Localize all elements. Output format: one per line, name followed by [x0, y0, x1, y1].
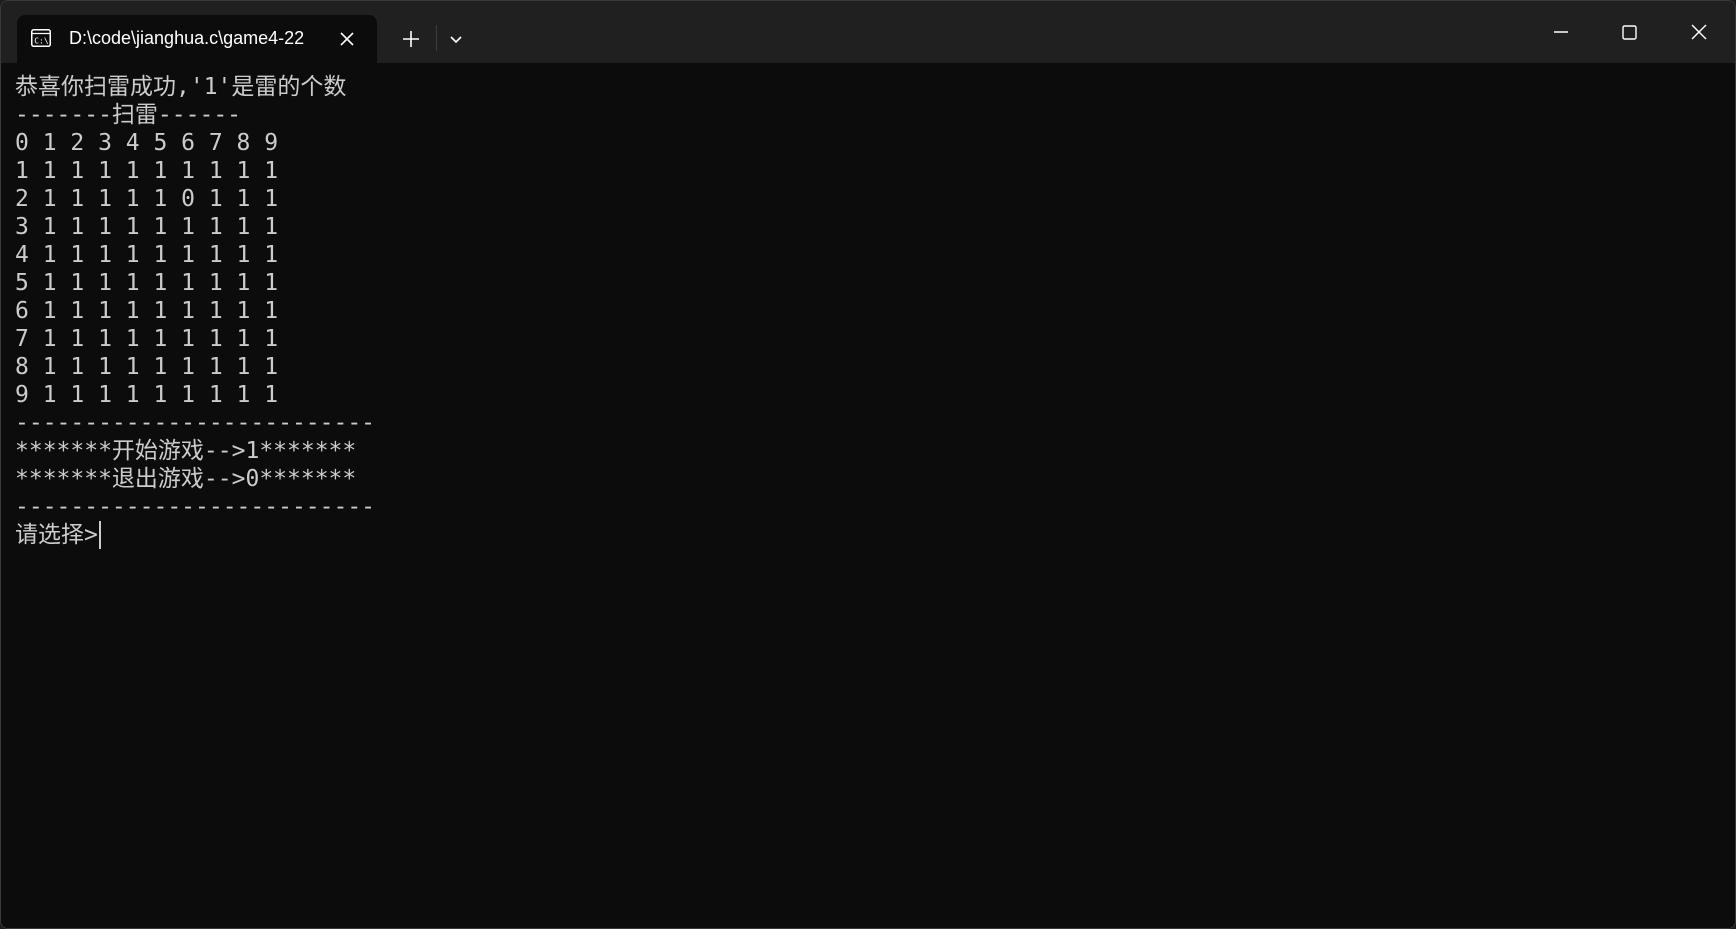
board-row: 4 1 1 1 1 1 1 1 1 1 [15, 242, 279, 268]
window-close-icon[interactable] [1682, 15, 1716, 49]
board-row: 2 1 1 1 1 1 0 1 1 1 [15, 186, 279, 212]
text-cursor [99, 521, 101, 549]
terminal-output[interactable]: 恭喜你扫雷成功,'1'是雷的个数 -------扫雷------ 0 1 2 3… [1, 63, 1735, 928]
success-message-line: 恭喜你扫雷成功,'1'是雷的个数 [15, 74, 347, 100]
menu-divider-bottom: -------------------------- [15, 494, 376, 520]
new-tab-plus-icon[interactable] [397, 25, 425, 53]
tab-divider [436, 25, 437, 51]
svg-text:C:\: C:\ [34, 37, 49, 46]
board-row: 5 1 1 1 1 1 1 1 1 1 [15, 270, 279, 296]
board-row: 1 1 1 1 1 1 1 1 1 1 [15, 158, 279, 184]
maximize-icon[interactable] [1612, 15, 1646, 49]
board-row: 6 1 1 1 1 1 1 1 1 1 [15, 298, 279, 324]
tab-title: D:\code\jianghua.c\game4-22 [69, 28, 305, 48]
board-row: 3 1 1 1 1 1 1 1 1 1 [15, 214, 279, 240]
menu-start-game: *******开始游戏-->1******* [15, 438, 357, 464]
minimize-icon[interactable] [1544, 15, 1578, 49]
board-row: 9 1 1 1 1 1 1 1 1 1 [15, 382, 279, 408]
board-header-line: -------扫雷------ [15, 102, 242, 128]
tab-active[interactable]: C:\ D:\code\jianghua.c\game4-22 [17, 15, 377, 63]
board-row: 8 1 1 1 1 1 1 1 1 1 [15, 354, 279, 380]
menu-divider-top: -------------------------- [15, 410, 376, 436]
chevron-down-icon[interactable] [444, 27, 468, 51]
board-row: 7 1 1 1 1 1 1 1 1 1 [15, 326, 279, 352]
console-icon: C:\ [31, 29, 51, 47]
menu-exit-game: *******退出游戏-->0******* [15, 466, 357, 492]
title-bar[interactable]: C:\ D:\code\jianghua.c\game4-22 [1, 1, 1735, 63]
tab-close-icon[interactable] [335, 27, 359, 51]
input-prompt: 请选择> [15, 522, 98, 548]
board-column-index-row: 0 1 2 3 4 5 6 7 8 9 [15, 130, 279, 156]
terminal-window: C:\ D:\code\jianghua.c\game4-22 恭喜你扫雷成功,… [0, 0, 1736, 929]
